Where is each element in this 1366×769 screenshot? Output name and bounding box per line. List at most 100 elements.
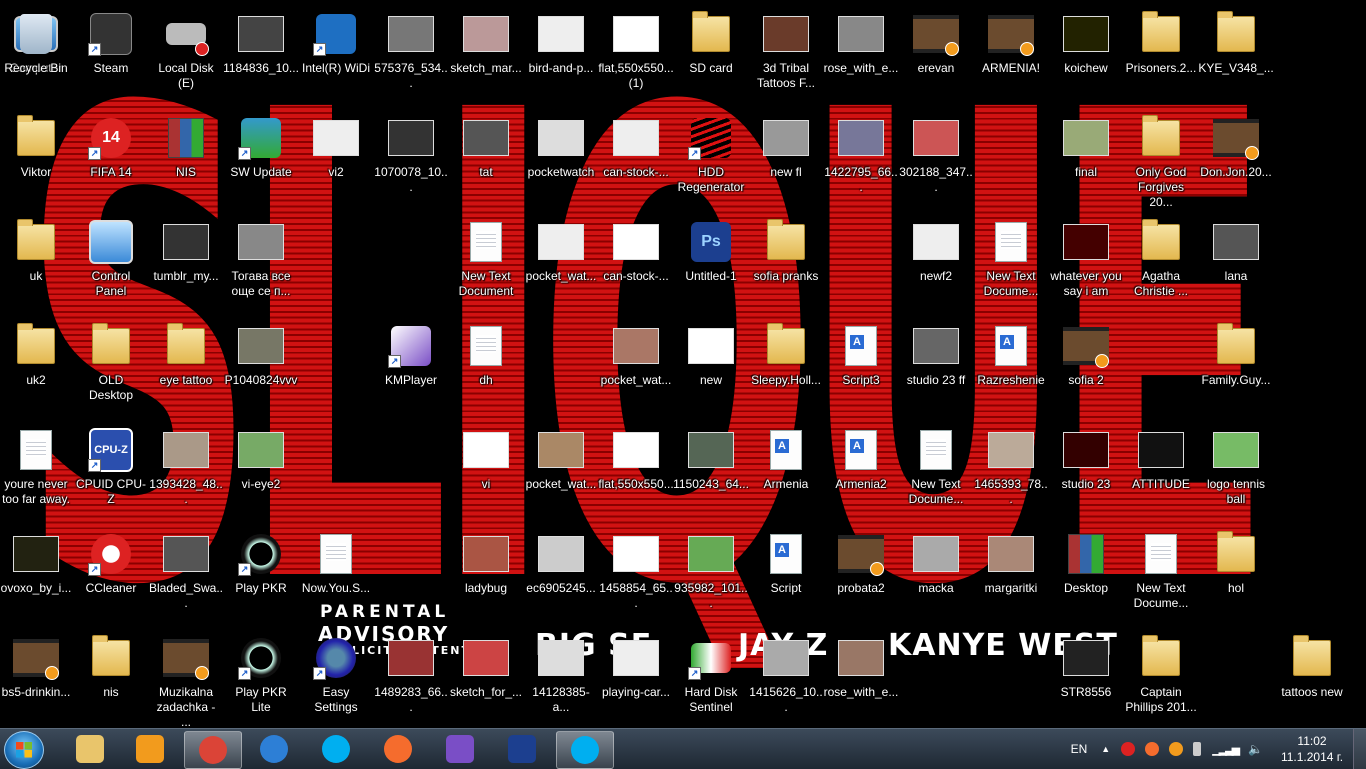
desktop-icon-new-text-docume[interactable]: New Text Docume... bbox=[1125, 526, 1197, 626]
desktop-icon-tat[interactable]: tat bbox=[450, 110, 522, 210]
desktop-icon-logo-tennis-ball[interactable]: logo tennis ball bbox=[1200, 422, 1272, 522]
desktop-icon-flat-550x550[interactable]: flat,550x550... bbox=[598, 422, 674, 522]
desktop-icon-nis[interactable]: NIS bbox=[150, 110, 222, 210]
origin-tray-icon[interactable] bbox=[1145, 742, 1160, 756]
desktop-icon-control-panel[interactable]: Control Panel bbox=[75, 214, 147, 314]
desktop-icon-1489283-66[interactable]: 1489283_66... bbox=[374, 630, 448, 730]
desktop-icon-sketch-for[interactable]: sketch_for_... bbox=[450, 630, 522, 730]
desktop-icon-can-stock[interactable]: can-stock-... bbox=[600, 110, 672, 210]
show-hidden-icons-icon[interactable]: ▲ bbox=[1101, 744, 1110, 754]
desktop-icon-armenia[interactable]: Armenia bbox=[750, 422, 822, 522]
desktop-icon-playing-car[interactable]: playing-car... bbox=[600, 630, 672, 730]
show-desktop-button[interactable] bbox=[1353, 729, 1366, 769]
desktop-icon-cpuid-cpu-z[interactable]: CPU-Z ↗ CPUID CPU-Z bbox=[75, 422, 147, 522]
desktop-icon-agatha-christie[interactable]: Agatha Christie ... bbox=[1125, 214, 1197, 314]
desktop-icon-new-text-document[interactable]: New Text Document bbox=[450, 214, 522, 314]
desktop-icon-ladybug[interactable]: ladybug bbox=[450, 526, 522, 626]
taskbar-button-skype[interactable] bbox=[308, 731, 364, 767]
taskbar-button-thunder[interactable] bbox=[246, 731, 302, 767]
desktop-icon-script[interactable]: Script bbox=[750, 526, 822, 626]
desktop-icon-tattoos-new[interactable]: tattoos new bbox=[1276, 630, 1348, 730]
desktop-icon-studio-23[interactable]: studio 23 bbox=[1050, 422, 1122, 522]
desktop-icon-steam[interactable]: ↗ Steam bbox=[75, 6, 147, 106]
desktop-icon-ovoxo-by-i[interactable]: ovoxo_by_i... bbox=[0, 526, 72, 626]
desktop-icon-razreshenie[interactable]: Razreshenie bbox=[975, 318, 1047, 418]
desktop-icon-new-fl[interactable]: new fl bbox=[750, 110, 822, 210]
desktop-icon-captain-phillips-201[interactable]: Captain Phillips 201... bbox=[1125, 630, 1197, 730]
desktop-icon-bs5-drinkin[interactable]: bs5-drinkin... bbox=[0, 630, 72, 730]
taskbar-button-explorer[interactable] bbox=[62, 731, 118, 767]
network-icon[interactable]: ▁▂▃▅ bbox=[1212, 743, 1240, 756]
taskbar-button-chrome[interactable] bbox=[184, 731, 242, 769]
desktop-icon-intel-r-widi[interactable]: ↗ Intel(R) WiDi bbox=[300, 6, 372, 106]
desktop-icon-1150243-64[interactable]: 1150243_64... bbox=[673, 422, 749, 522]
desktop-icon-1458854-65[interactable]: 1458854_65... bbox=[599, 526, 673, 626]
desktop-icon-eye-tattoo[interactable]: eye tattoo bbox=[150, 318, 222, 418]
desktop-icon-vi-eye2[interactable]: vi-eye2 bbox=[225, 422, 297, 522]
desktop-icon-uk[interactable]: uk bbox=[0, 214, 72, 314]
desktop-icon-575376-534[interactable]: 575376_534... bbox=[374, 6, 448, 106]
desktop-icon-old-desktop[interactable]: OLD Desktop bbox=[75, 318, 147, 418]
desktop-icon-play-pkr[interactable]: ↗ Play PKR bbox=[225, 526, 297, 626]
desktop-icon-302188-347[interactable]: 302188_347... bbox=[899, 110, 973, 210]
desktop-icon-sketch-mar[interactable]: sketch_mar... bbox=[450, 6, 522, 106]
desktop-icon-hdd-regenerator[interactable]: ↗ HDD Regenerator bbox=[675, 110, 747, 210]
desktop-icon-kmplayer[interactable]: ↗ KMPlayer bbox=[375, 318, 447, 418]
avast-tray-icon[interactable] bbox=[1169, 742, 1184, 756]
desktop-icon-don-jon-20[interactable]: Don.Jon.20... bbox=[1200, 110, 1272, 210]
desktop-icon-rose-with-e[interactable]: rose_with_e... bbox=[824, 630, 898, 730]
desktop-icon-hol[interactable]: hol bbox=[1200, 526, 1272, 626]
desktop-icon-youre-never-too-far-away[interactable]: youre never too far away. bbox=[0, 422, 72, 522]
desktop-icon-can-stock[interactable]: can-stock-... bbox=[600, 214, 672, 314]
desktop-icon-recycle-bin[interactable]: Recycle Bin bbox=[0, 6, 72, 106]
desktop-icon-3d-tribal-tattoos-f[interactable]: 3d Tribal Tattoos F... bbox=[750, 6, 822, 106]
desktop-icon-studio-23-ff[interactable]: studio 23 ff bbox=[900, 318, 972, 418]
desktop-icon-untitled-1[interactable]: Ps Untitled-1 bbox=[675, 214, 747, 314]
desktop-icon-newf2[interactable]: newf2 bbox=[900, 214, 972, 314]
desktop-icon-margaritki[interactable]: margaritki bbox=[975, 526, 1047, 626]
desktop-icon-flat-550x550-1[interactable]: flat,550x550... (1) bbox=[598, 6, 674, 106]
taskbar-button-media-player[interactable] bbox=[122, 731, 178, 767]
desktop-icon-viktor[interactable]: Viktor bbox=[0, 110, 72, 210]
desktop-icon-easy-settings[interactable]: ↗ Easy Settings bbox=[300, 630, 372, 730]
desktop-icon-nis[interactable]: nis bbox=[75, 630, 147, 730]
desktop-icon-sd-card[interactable]: SD card bbox=[675, 6, 747, 106]
desktop-icon-1070078-10[interactable]: 1070078_10... bbox=[374, 110, 448, 210]
desktop-icon-pocketwatch[interactable]: pocketwatch bbox=[525, 110, 597, 210]
desktop-icon-only-god-forgives-20[interactable]: Only God Forgives 20... bbox=[1125, 110, 1197, 210]
desktop-icon-new[interactable]: new bbox=[675, 318, 747, 418]
desktop-icon-bladed-swa[interactable]: Bladed_Swa... bbox=[149, 526, 223, 626]
desktop-icon-fifa-14[interactable]: 14 ↗ FIFA 14 bbox=[75, 110, 147, 210]
desktop-icon-lana[interactable]: lana bbox=[1200, 214, 1272, 314]
desktop-icon-new-text-docume[interactable]: New Text Docume... bbox=[975, 214, 1047, 314]
desktop-icon-kye-v348[interactable]: KYE_V348_... bbox=[1198, 6, 1274, 106]
taskbar-button-origin[interactable] bbox=[370, 731, 426, 767]
desktop-icon-prisoners-2[interactable]: Prisoners.2... bbox=[1125, 6, 1197, 106]
desktop-icon-whatever-you-say-i-am[interactable]: whatever you say i am bbox=[1050, 214, 1122, 314]
desktop-icon-muzikalna-zadachka[interactable]: Muzikalna zadachka - ... bbox=[150, 630, 222, 730]
desktop-icon-probata2[interactable]: probata2 bbox=[825, 526, 897, 626]
desktop-icon-vi2[interactable]: vi2 bbox=[300, 110, 372, 210]
desktop-icon-erevan[interactable]: erevan bbox=[900, 6, 972, 106]
desktop-icon-sofia-2[interactable]: sofia 2 bbox=[1050, 318, 1122, 418]
desktop-icon-1184836-10[interactable]: 1184836_10... bbox=[223, 6, 299, 106]
desktop-icon-p1040824vvv[interactable]: P1040824vvv bbox=[225, 318, 297, 418]
desktop-icon-1465393-78[interactable]: 1465393_78... bbox=[974, 422, 1048, 522]
desktop-icon-armenia2[interactable]: Armenia2 bbox=[825, 422, 897, 522]
volume-icon[interactable]: 🔈 bbox=[1248, 742, 1263, 756]
desktop-icon-family-guy[interactable]: Family.Guy... bbox=[1200, 318, 1272, 418]
desktop-icon-dh[interactable]: dh bbox=[450, 318, 522, 418]
desktop-icon-local-disk-e[interactable]: Local Disk (E) bbox=[150, 6, 222, 106]
desktop-icon-tumblr-my[interactable]: tumblr_my... bbox=[150, 214, 222, 314]
desktop-icon-play-pkr-lite[interactable]: ↗ Play PKR Lite bbox=[225, 630, 297, 730]
desktop-icon-1422795-66[interactable]: 1422795_66... bbox=[824, 110, 898, 210]
desktop-icon-vi[interactable]: vi bbox=[450, 422, 522, 522]
battery-icon[interactable] bbox=[1193, 742, 1202, 756]
desktop-icon-final[interactable]: final bbox=[1050, 110, 1122, 210]
taskbar-button-visual-studio[interactable] bbox=[432, 731, 488, 767]
taskbar-button-skype-chat[interactable] bbox=[556, 731, 614, 769]
desktop-icon-bird-and-p[interactable]: bird-and-p... bbox=[525, 6, 597, 106]
desktop-icon-str8556[interactable]: STR8556 bbox=[1050, 630, 1122, 730]
desktop-icon-rose-with-e[interactable]: rose_with_e... bbox=[824, 6, 898, 106]
desktop-icon-1393428-48[interactable]: 1393428_48... bbox=[149, 422, 223, 522]
